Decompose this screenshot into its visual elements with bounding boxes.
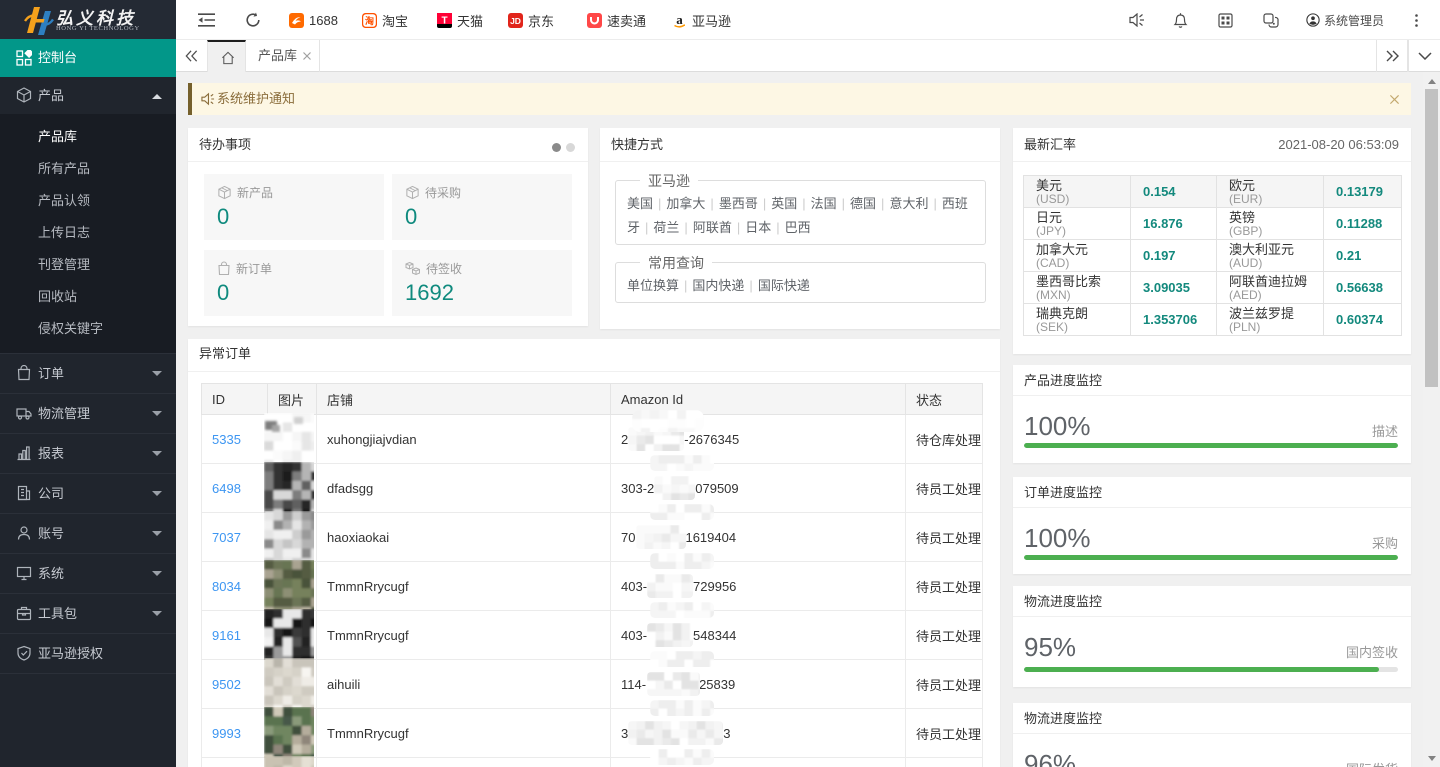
svg-text:淘: 淘 <box>365 15 374 26</box>
svg-text:JD: JD <box>510 16 521 26</box>
svg-text:a: a <box>676 13 683 27</box>
svg-text:T: T <box>441 15 447 26</box>
